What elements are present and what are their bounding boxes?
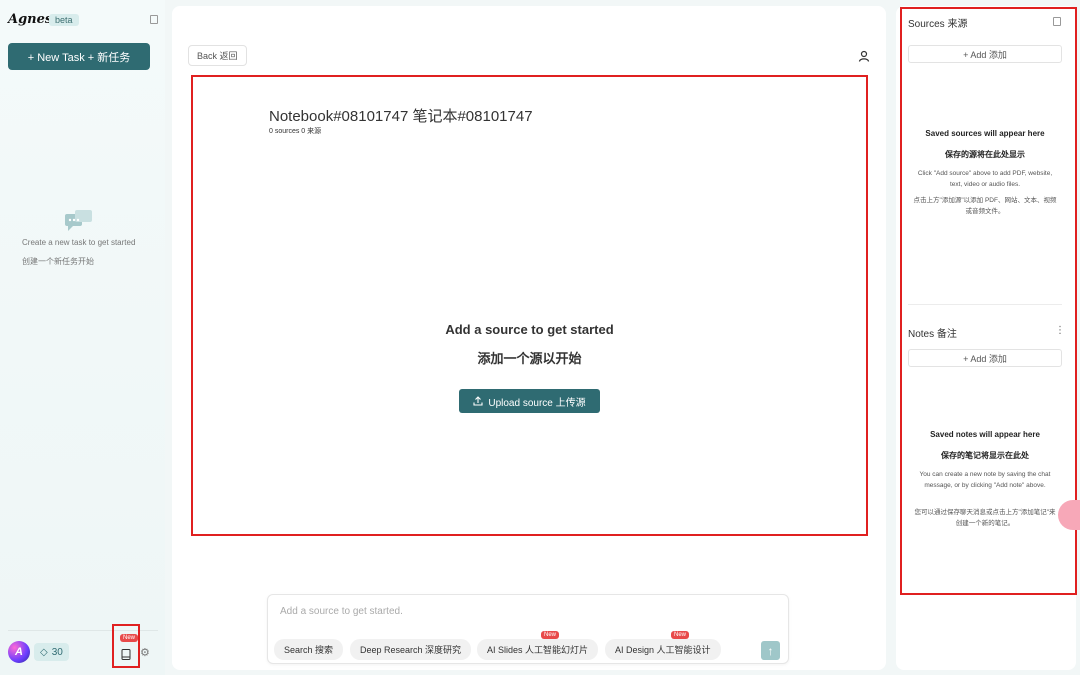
search-chip[interactable]: Search 搜索 [274,639,344,660]
sources-empty-desc-zh: 点击上方"添加源"以添加 PDF、网站、文本、视频或音频文件。 [913,197,1057,215]
sources-empty-desc: Click "Add source" above to add PDF, web… [917,170,1053,188]
chat-input[interactable]: Add a source to get started. [280,606,403,617]
notes-empty-heading: Saved notes will appear here [930,430,1040,439]
gear-icon[interactable]: ⚙ [140,646,150,659]
new-task-button[interactable]: + New Task + 新任务 [8,43,150,70]
arrow-up-icon: ↑ [767,643,774,658]
chat-bubbles-icon [65,210,92,231]
notes-empty-desc-zh: 您可以通过保存聊天消息或点击上方"添加笔记"来创建一个新的笔记。 [914,509,1056,527]
upload-label: Upload source 上传源 [488,397,586,409]
new-badge: New [120,634,139,642]
notebook-icon [121,649,131,660]
empty-state-heading: Add a source to get started [445,322,614,337]
new-badge: New [541,631,560,639]
more-options-icon[interactable]: ⋮ [1055,325,1065,336]
chip-label: Search 搜索 [284,645,334,655]
sources-empty-heading-zh: 保存的源将在此处显示 [945,150,1025,159]
panel-divider [908,304,1062,305]
notebook-content-area: Notebook#08101747 笔记本#08101747 0 sources… [191,75,868,536]
page-title: Notebook#08101747 笔记本#08101747 [269,108,533,125]
empty-tasks-text-zh: 创建一个新任务开始 [22,257,94,266]
left-sidebar: Agnes beta + New Task + 新任务 Create a new… [0,0,165,675]
beta-badge: beta [49,14,79,26]
right-panel: Sources 来源 + Add 添加 Saved sources will a… [896,6,1077,670]
ai-design-chip[interactable]: New AI Design 人工智能设计 [605,631,721,660]
chip-label: Deep Research 深度研究 [360,645,462,655]
chat-composer[interactable]: Add a source to get started. Search 搜索 D… [267,594,789,664]
avatar[interactable]: A [8,641,30,663]
back-button[interactable]: Back 返回 [188,45,247,66]
notebook-button[interactable]: New [112,624,140,668]
deep-research-chip[interactable]: Deep Research 深度研究 [350,639,472,660]
upload-icon [473,396,483,406]
floating-assistant-button[interactable] [1058,500,1080,530]
ai-slides-chip[interactable]: New AI Slides 人工智能幻灯片 [477,631,599,660]
notes-title: Notes 备注 [908,329,957,340]
diamond-icon: ◇ [40,646,48,658]
add-source-button[interactable]: + Add 添加 [908,45,1062,63]
credits-badge[interactable]: ◇ 30 [34,643,69,661]
empty-state-heading-zh: 添加一个源以开始 [477,351,582,366]
sources-title: Sources 来源 [908,19,968,30]
empty-tasks-text: Create a new task to get started [22,238,136,247]
collapse-sidebar-icon[interactable] [150,15,158,24]
collapse-panel-icon[interactable] [1053,17,1061,26]
user-icon[interactable] [858,50,870,62]
send-button[interactable]: ↑ [761,641,780,660]
chip-label: AI Slides 人工智能幻灯片 [487,645,589,655]
source-count: 0 sources 0 来源 [269,128,322,135]
notes-empty-desc: You can create a new note by saving the … [919,471,1051,489]
sources-empty-heading: Saved sources will appear here [925,129,1045,138]
credits-count: 30 [51,646,63,658]
notes-empty-heading-zh: 保存的笔记将显示在此处 [941,451,1029,460]
add-note-button[interactable]: + Add 添加 [908,349,1062,367]
main-panel: Back 返回 Notebook#08101747 笔记本#08101747 0… [172,6,886,670]
chip-label: AI Design 人工智能设计 [615,645,711,655]
upload-source-button[interactable]: Upload source 上传源 [459,389,600,413]
app-logo[interactable]: Agnes [8,12,52,27]
new-badge: New [671,631,690,639]
